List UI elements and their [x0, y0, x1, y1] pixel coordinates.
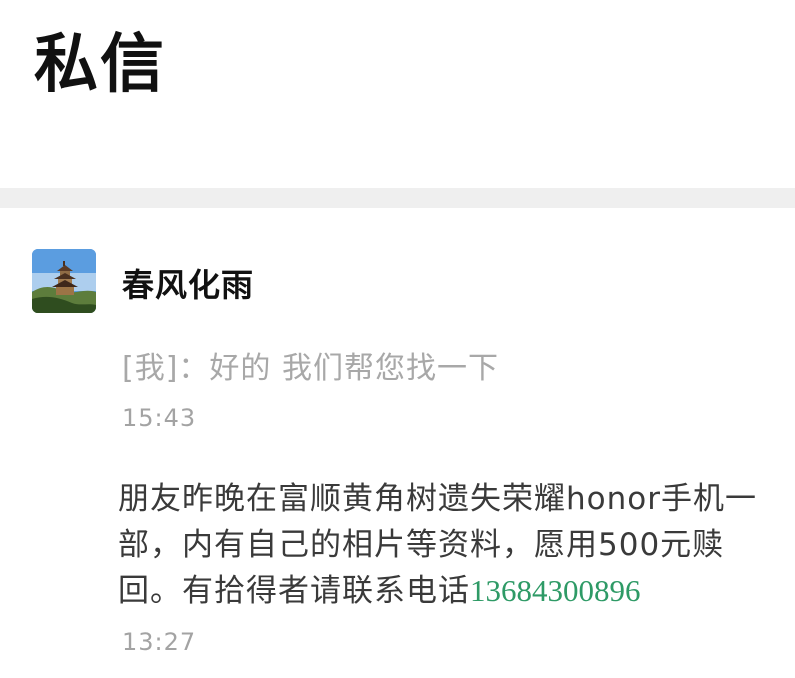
- page-title: 私信: [34, 28, 166, 102]
- message-text: 朋友昨晚在富顺黄角树遗失荣耀honor手机一部，内有自己的相片等资料，愿用500…: [118, 481, 757, 609]
- avatar[interactable]: [32, 249, 96, 313]
- section-divider: [0, 188, 795, 208]
- message-time: 13:27: [122, 628, 197, 656]
- last-reply-time: 15:43: [122, 404, 197, 432]
- pavilion-photo-avatar-icon: [32, 249, 96, 313]
- message-body: 朋友昨晚在富顺黄角树遗失荣耀honor手机一部，内有自己的相片等资料，愿用500…: [118, 476, 763, 614]
- private-messages-page: 私信 春风化雨 [我]：好的 我们帮您找一下 15:43 朋友昨晚在富顺黄角树遗…: [0, 0, 795, 678]
- sender-name: 春风化雨: [122, 266, 255, 304]
- last-reply-preview: [我]：好的 我们帮您找一下: [122, 351, 499, 386]
- phone-number-link[interactable]: 13684300896: [470, 573, 641, 608]
- page-header: 私信: [0, 0, 795, 188]
- conversation-item[interactable]: 春风化雨 [我]：好的 我们帮您找一下 15:43 朋友昨晚在富顺黄角树遗失荣耀…: [0, 208, 795, 678]
